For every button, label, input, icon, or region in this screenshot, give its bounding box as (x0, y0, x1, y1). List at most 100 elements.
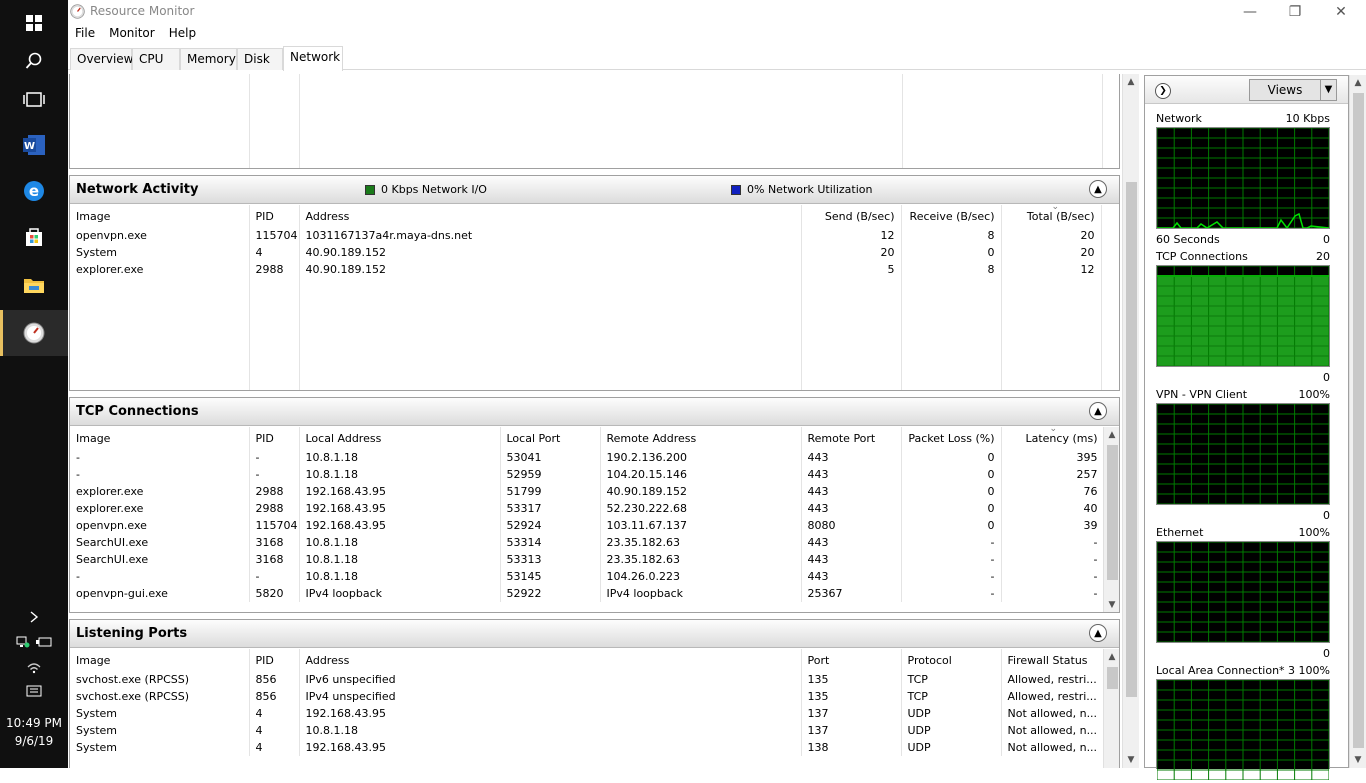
scroll-down-icon[interactable]: ▼ (1104, 597, 1119, 612)
title-bar[interactable]: Resource Monitor — ❐ ✕ (68, 0, 1366, 24)
scroll-up-icon[interactable]: ▲ (1104, 649, 1119, 665)
scroll-up-icon[interactable]: ▲ (1123, 74, 1139, 90)
column-header[interactable]: Receive (B/sec) (901, 205, 1002, 227)
column-header[interactable]: Image (70, 649, 250, 671)
resource-monitor-icon[interactable] (0, 310, 68, 356)
restore-button[interactable]: ❐ (1272, 0, 1318, 24)
table-cell: 443 (801, 500, 902, 517)
column-header[interactable]: Address (299, 205, 802, 227)
table-cell: UDP (901, 705, 1002, 722)
views-dropdown[interactable]: Views ▼ (1249, 79, 1337, 101)
table-row[interactable]: System 4 192.168.43.95 137 UDP Not allowed, n… (70, 705, 1105, 722)
minimize-button[interactable]: — (1227, 0, 1273, 24)
table-row[interactable]: openvpn-gui.exe 5820 IPv4 loopback 52922 IPv… (70, 585, 1105, 602)
table-row[interactable]: explorer.exe 2988 192.168.43.95 51799 40.90.… (70, 483, 1105, 500)
table-row[interactable]: SearchUI.exe 3168 10.8.1.18 53313 23.35.182.… (70, 551, 1105, 568)
column-header[interactable]: Protocol (901, 649, 1002, 671)
collapse-icon[interactable]: ▲ (1089, 180, 1107, 198)
menu-help[interactable]: Help (162, 24, 203, 44)
menu-file[interactable]: File (68, 24, 102, 44)
menu-monitor[interactable]: Monitor (102, 24, 162, 44)
column-header[interactable]: PID (249, 205, 300, 227)
table-row[interactable]: System 4 192.168.43.95 138 UDP Not allowed, n… (70, 739, 1105, 756)
tcp-scrollbar[interactable]: ▲ ▼ (1103, 427, 1119, 612)
table-row[interactable]: openvpn.exe 115704 1031167137a4r.maya-dns.… (70, 227, 1119, 244)
tab-disk[interactable]: Disk (237, 48, 283, 70)
listening-ports-title: Listening Ports (76, 626, 188, 641)
network-activity-header[interactable]: Network Activity 0 Kbps Network I/O 0% N… (70, 176, 1119, 204)
table-row[interactable]: System 4 10.8.1.18 137 UDP Not allowed, n... (70, 722, 1105, 739)
close-button[interactable]: ✕ (1318, 0, 1364, 24)
left-pane-scrollbar[interactable]: ▲ ▼ (1122, 74, 1139, 768)
table-cell: 137 (801, 705, 902, 722)
taskbar-clock[interactable]: 10:49 PM 9/6/19 (0, 714, 68, 750)
column-header[interactable]: Image (70, 205, 250, 227)
word-icon[interactable]: W (0, 122, 68, 168)
table-cell: 443 (801, 551, 902, 568)
tab-memory[interactable]: Memory (180, 48, 237, 70)
column-header-sorted[interactable]: ⌄ Total (B/sec) (1001, 205, 1102, 227)
scroll-up-icon[interactable]: ▲ (1350, 75, 1366, 91)
table-cell: - (249, 449, 300, 466)
table-cell: - (901, 585, 1002, 602)
column-header[interactable]: Send (B/sec) (801, 205, 902, 227)
listening-ports-scrollbar[interactable]: ▲ (1103, 649, 1119, 768)
column-header[interactable]: Firewall Status (1001, 649, 1105, 671)
scroll-down-icon[interactable]: ▼ (1123, 752, 1139, 768)
chevron-up-icon[interactable] (0, 610, 68, 624)
column-header[interactable]: PID (249, 649, 300, 671)
column-header-sorted[interactable]: ⌃ Port (801, 649, 902, 671)
column-header[interactable]: Local Port (500, 427, 601, 449)
action-center-icon[interactable] (0, 685, 68, 699)
table-cell: 0 (901, 483, 1002, 500)
right-pane-scrollbar[interactable]: ▲ ▼ (1349, 75, 1366, 768)
listening-ports-header[interactable]: Listening Ports ▲ (70, 620, 1119, 648)
collapse-icon[interactable]: ▲ (1089, 624, 1107, 642)
tab-cpu[interactable]: CPU (132, 48, 180, 70)
column-header[interactable]: Remote Port (801, 427, 902, 449)
table-row[interactable]: explorer.exe 2988 192.168.43.95 53317 52.230… (70, 500, 1105, 517)
edge-icon[interactable]: e (0, 168, 68, 214)
sort-ascending-icon: ⌃ (846, 649, 854, 653)
chevron-down-icon[interactable]: ▼ (1320, 80, 1336, 100)
scroll-thumb[interactable] (1353, 93, 1364, 748)
expand-pane-icon[interactable]: ❯ (1155, 83, 1171, 99)
tab-network[interactable]: Network (283, 46, 343, 71)
table-cell: 10.8.1.18 (299, 449, 501, 466)
file-explorer-icon[interactable] (0, 262, 68, 308)
tcp-connections-header[interactable]: TCP Connections ▲ (70, 398, 1119, 426)
tab-overview[interactable]: Overview (70, 48, 134, 70)
table-row[interactable]: svchost.exe (RPCSS) 856 IPv6 unspecified 13… (70, 671, 1105, 688)
network-tray-icon[interactable] (16, 636, 30, 651)
scroll-thumb[interactable] (1107, 445, 1118, 580)
column-header[interactable]: PID (249, 427, 300, 449)
collapse-icon[interactable]: ▲ (1089, 402, 1107, 420)
column-header[interactable]: Address (299, 649, 802, 671)
table-row[interactable]: - -10.8.1.18 53041 190.2.136.200 443 0 395 (70, 449, 1105, 466)
table-cell: 443 (801, 466, 902, 483)
scroll-thumb[interactable] (1107, 667, 1118, 689)
column-header[interactable]: Remote Address (600, 427, 802, 449)
battery-icon[interactable] (36, 637, 52, 650)
table-row[interactable]: System 4 40.90.189.152 20 0 20 (70, 244, 1119, 261)
table-cell: System (70, 722, 250, 739)
column-header[interactable]: Packet Loss (%) (901, 427, 1002, 449)
table-row[interactable]: - -10.8.1.18 52959 104.20.15.146 443 0 257 (70, 466, 1105, 483)
table-row[interactable]: SearchUI.exe 3168 10.8.1.18 53314 23.35.182.… (70, 534, 1105, 551)
task-view-icon[interactable] (0, 77, 68, 123)
graphs-container: ❯ Views ▼ Network 10 Kbps 60 Seconds 0 T… (1144, 75, 1349, 781)
scroll-down-icon[interactable]: ▼ (1350, 752, 1366, 768)
table-cell: 53313 (500, 551, 601, 568)
table-row[interactable]: - -10.8.1.18 53145 104.26.0.223 443- - (70, 568, 1105, 585)
column-header[interactable]: Image (70, 427, 250, 449)
store-icon[interactable] (0, 214, 68, 260)
table-row[interactable]: svchost.exe (RPCSS) 856 IPv4 unspecified 13… (70, 688, 1105, 705)
column-header-sorted[interactable]: ⌄ Latency (ms) (1001, 427, 1105, 449)
scroll-thumb[interactable] (1126, 182, 1137, 697)
scroll-up-icon[interactable]: ▲ (1104, 427, 1119, 443)
column-header[interactable]: Local Address (299, 427, 501, 449)
table-row[interactable]: openvpn.exe 115704 192.168.43.95 52924 103.1… (70, 517, 1105, 534)
table-row[interactable]: explorer.exe 2988 40.90.189.152 5 8 12 (70, 261, 1119, 278)
wifi-icon[interactable] (0, 662, 68, 674)
table-cell: 104.26.0.223 (600, 568, 802, 585)
